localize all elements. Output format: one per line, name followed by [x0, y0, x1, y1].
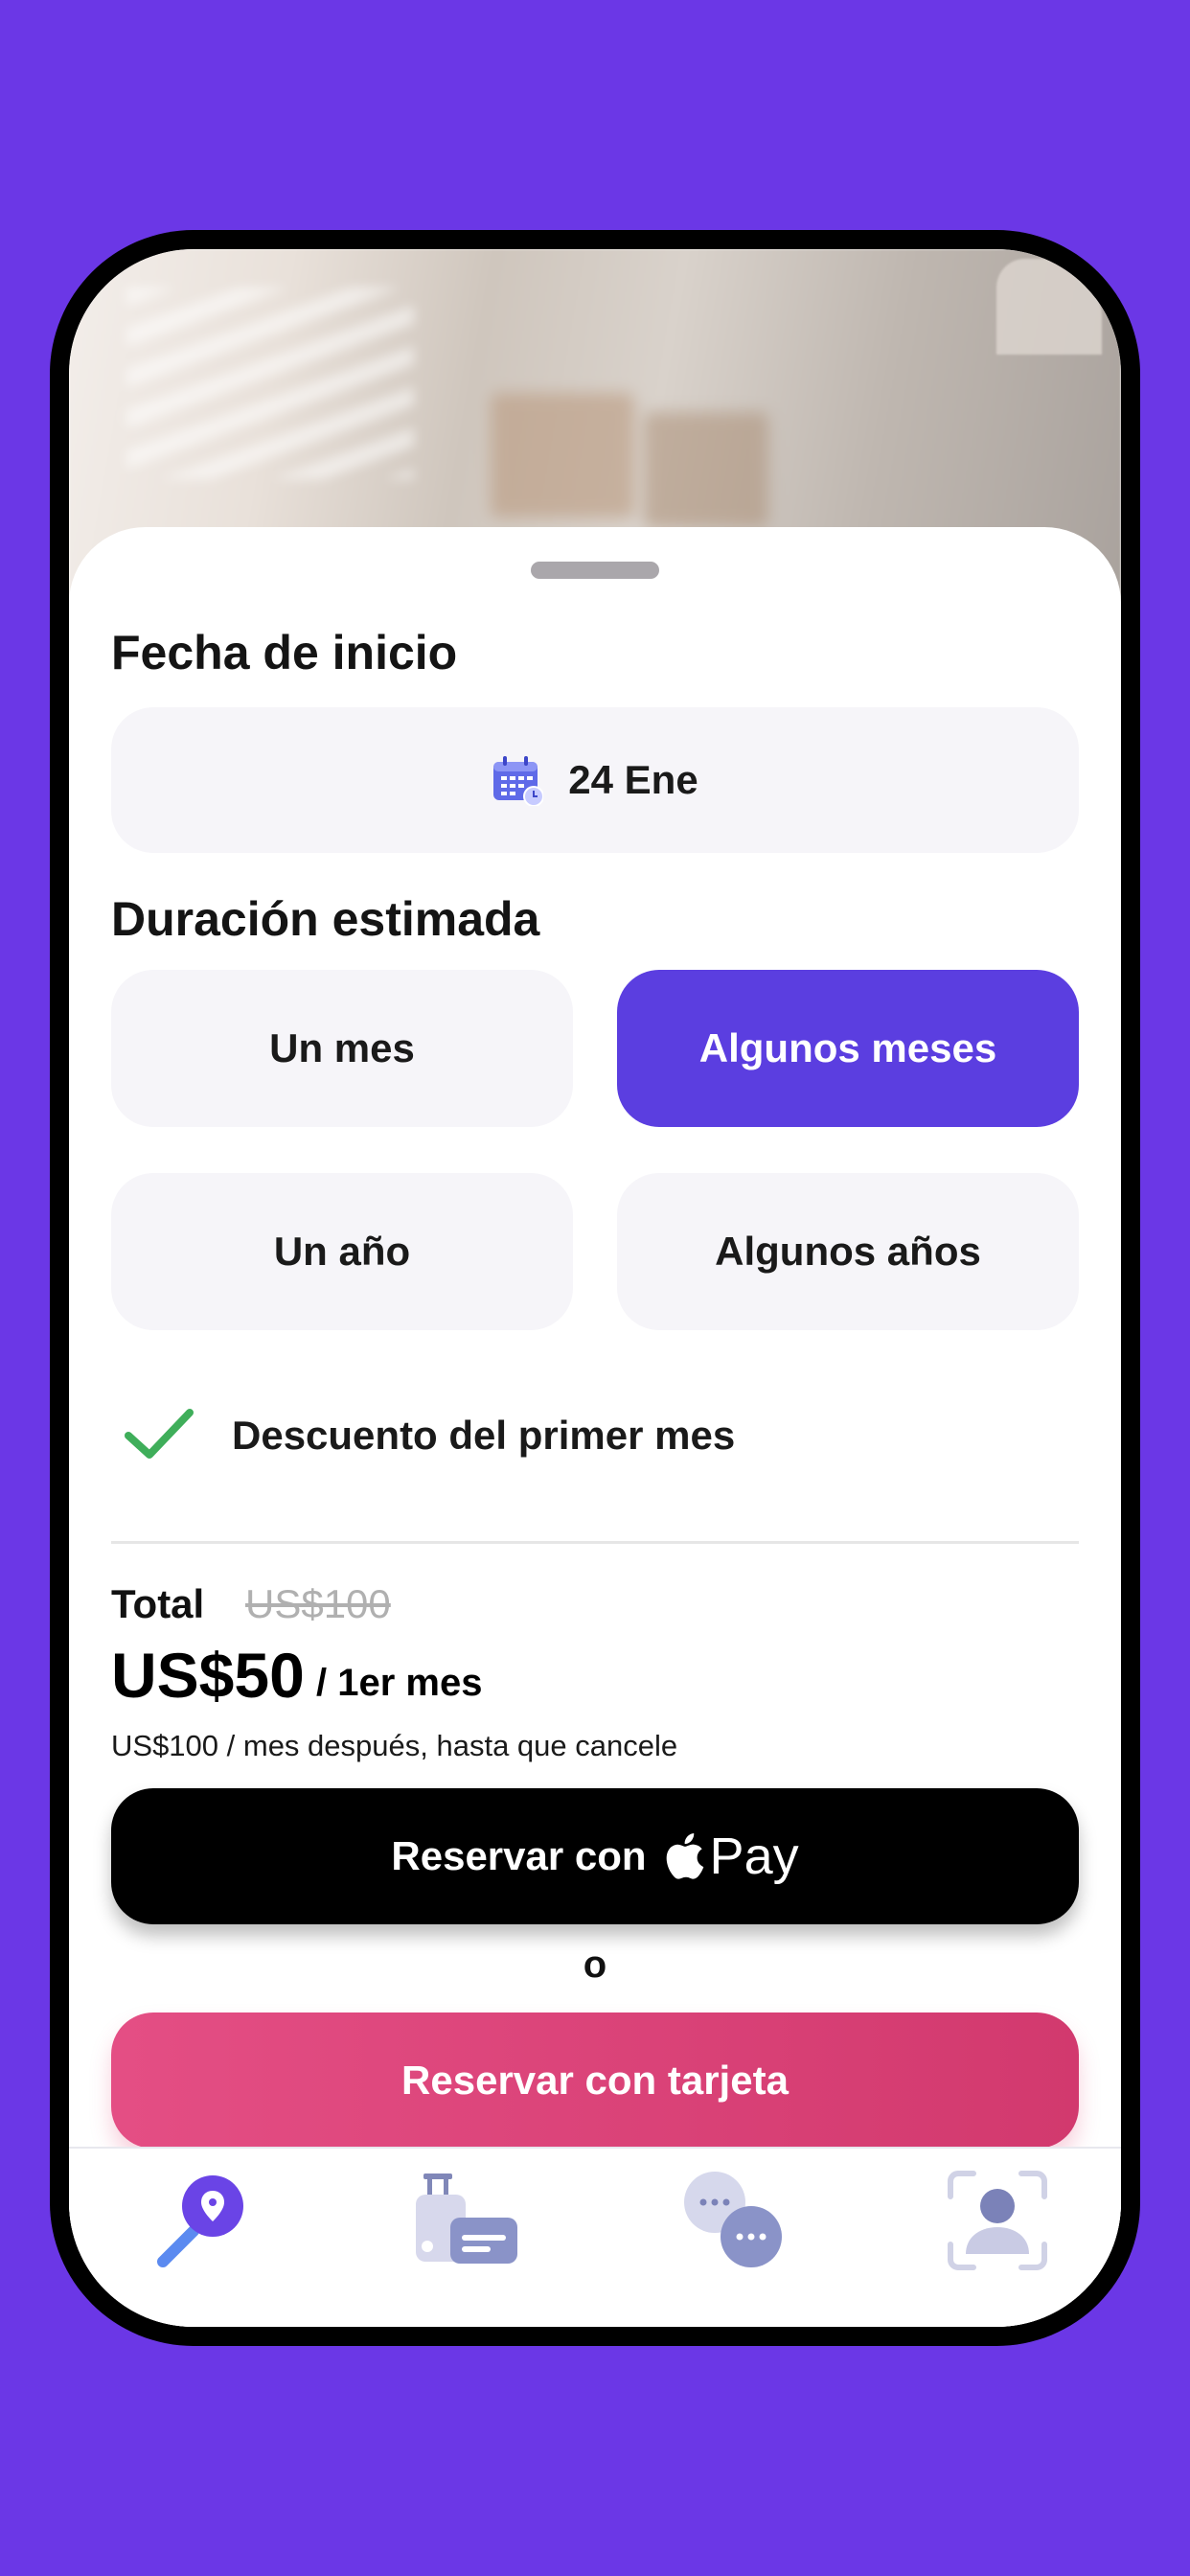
discounted-price: US$50	[111, 1640, 305, 1711]
price-after-text: US$100 / mes después, hasta que cancele	[111, 1729, 678, 1762]
divider	[111, 1541, 1079, 1544]
total-label: Total	[111, 1581, 205, 1626]
duration-option-un-mes[interactable]: Un mes	[111, 970, 573, 1127]
check-icon	[125, 1407, 194, 1465]
apple-pay-button[interactable]: Reservar con Pay	[111, 1788, 1079, 1924]
apple-pay-label: Reservar con	[391, 1833, 647, 1878]
card-checkout-button[interactable]: Reservar con tarjeta	[111, 2012, 1079, 2149]
duration-option-algunos-anos[interactable]: Algunos años	[617, 1173, 1079, 1330]
calendar-icon	[492, 754, 545, 807]
profile-icon	[948, 2171, 1047, 2270]
start-date-value: 24 Ene	[568, 757, 698, 802]
duration-option-label: Un mes	[269, 1025, 415, 1070]
duration-option-algunos-meses[interactable]: Algunos meses	[617, 970, 1079, 1127]
start-date-picker[interactable]: 24 Ene	[111, 707, 1079, 853]
screen: Fecha de inicio 24 Ene Duración estimada…	[69, 249, 1121, 2327]
apple-logo-icon	[664, 1833, 704, 1879]
tab-profile[interactable]	[945, 2168, 1050, 2273]
tab-bookings[interactable]	[414, 2168, 519, 2273]
tab-search[interactable]	[151, 2168, 257, 2273]
discount-label: Descuento del primer mes	[232, 1413, 736, 1458]
or-separator: o	[583, 1944, 607, 1986]
price-period: / 1er mes	[316, 1662, 483, 1704]
first-month-discount: Descuento del primer mes	[125, 1407, 735, 1464]
chat-icon	[684, 2172, 782, 2267]
sheet-handle[interactable]	[531, 562, 659, 579]
duration-option-un-ano[interactable]: Un año	[111, 1173, 573, 1330]
luggage-icon	[416, 2174, 517, 2264]
duration-label: Duración estimada	[111, 892, 540, 946]
tab-messages[interactable]	[682, 2168, 788, 2273]
phone-frame: Fecha de inicio 24 Ene Duración estimada…	[50, 230, 1140, 2346]
duration-option-label: Algunos años	[715, 1229, 981, 1274]
card-button-label: Reservar con tarjeta	[401, 2058, 789, 2103]
duration-option-label: Un año	[273, 1229, 411, 1274]
original-price: US$100	[245, 1581, 391, 1626]
apple-pay-text: Pay	[709, 1828, 799, 1885]
search-location-icon	[157, 2175, 243, 2267]
tab-bar	[69, 2147, 1121, 2327]
duration-option-label: Algunos meses	[698, 1025, 997, 1070]
start-date-label: Fecha de inicio	[111, 626, 458, 679]
